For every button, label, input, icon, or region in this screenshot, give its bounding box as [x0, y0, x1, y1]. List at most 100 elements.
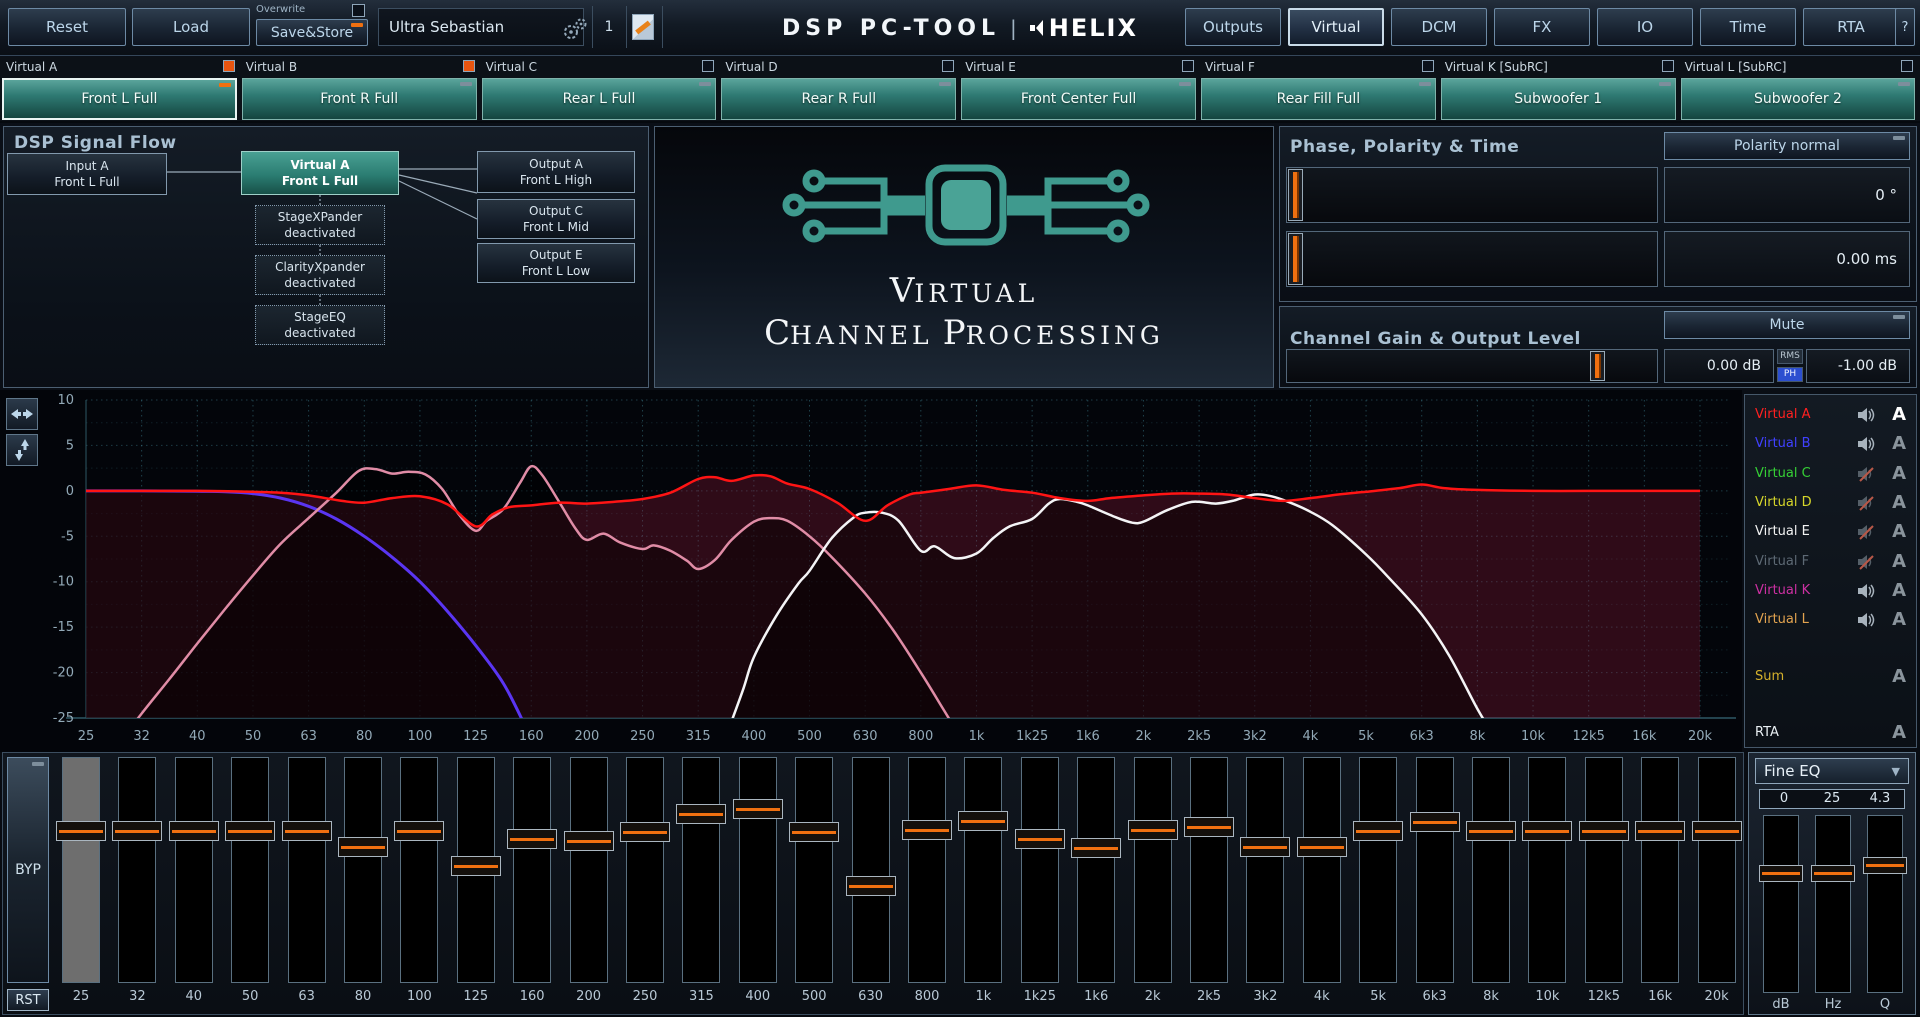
eq-slider-handle[interactable] — [225, 821, 275, 841]
legend-setup-badge[interactable]: A — [1892, 722, 1906, 743]
nav-tab-outputs[interactable]: Outputs — [1185, 8, 1281, 46]
legend-row-virtual-a[interactable]: Virtual AA — [1745, 403, 1916, 429]
eq-slider-handle[interactable] — [1692, 821, 1742, 841]
memory-slot-number[interactable]: 1 — [596, 8, 622, 46]
legend-row-virtual-c[interactable]: Virtual CA — [1745, 462, 1916, 488]
eq-slider-track[interactable] — [852, 757, 890, 983]
eq-slider-track[interactable] — [1077, 757, 1115, 983]
eq-slider-handle[interactable] — [958, 811, 1008, 831]
eq-slider-track[interactable] — [1134, 757, 1172, 983]
speaker-muted-icon[interactable] — [1857, 523, 1877, 541]
legend-setup-badge[interactable]: A — [1892, 404, 1906, 425]
legend-setup-badge[interactable]: A — [1892, 580, 1906, 601]
legend-row-virtual-e[interactable]: Virtual EA — [1745, 520, 1916, 546]
help-button[interactable]: ? — [1895, 8, 1915, 46]
eq-slider-track[interactable] — [62, 757, 100, 983]
legend-setup-badge[interactable]: A — [1892, 666, 1906, 687]
eq-slider-track[interactable] — [400, 757, 438, 983]
speaker-icon[interactable] — [1857, 406, 1877, 424]
load-button[interactable]: Load — [132, 8, 250, 46]
reset-button[interactable]: Reset — [8, 8, 126, 46]
channel-link-checkbox[interactable] — [702, 60, 714, 72]
eq-slider-handle[interactable] — [1297, 837, 1347, 857]
nav-tab-io[interactable]: IO — [1597, 8, 1693, 46]
eq-slider-handle[interactable] — [451, 856, 501, 876]
eq-slider-track[interactable] — [1246, 757, 1284, 983]
channel-button-front-l-full[interactable]: Front L Full — [2, 78, 237, 120]
legend-row-virtual-k[interactable]: Virtual KA — [1745, 579, 1916, 605]
eq-slider-track[interactable] — [1585, 757, 1623, 983]
fine-eq-q-handle[interactable] — [1863, 857, 1907, 874]
flow-virtual-box[interactable]: Virtual AFront L Full — [241, 151, 399, 195]
speaker-icon[interactable] — [1857, 611, 1877, 629]
eq-slider-track[interactable] — [175, 757, 213, 983]
legend-setup-badge[interactable]: A — [1892, 433, 1906, 454]
nav-tab-virtual[interactable]: Virtual — [1288, 8, 1384, 46]
phase-slider[interactable] — [1286, 167, 1658, 223]
channel-button-subwoofer-1[interactable]: Subwoofer 1 — [1441, 78, 1676, 120]
eq-slider-handle[interactable] — [56, 821, 106, 841]
eq-slider-handle[interactable] — [1184, 817, 1234, 837]
flow-stageeq-box[interactable]: StageEQdeactivated — [255, 305, 385, 345]
legend-setup-badge[interactable]: A — [1892, 463, 1906, 484]
channel-link-checkbox[interactable] — [463, 60, 475, 72]
legend-setup-badge[interactable]: A — [1892, 609, 1906, 630]
eq-slider-track[interactable] — [1190, 757, 1228, 983]
eq-slider-handle[interactable] — [1635, 821, 1685, 841]
eq-reset-button[interactable]: RST — [7, 989, 49, 1011]
eq-slider-handle[interactable] — [564, 831, 614, 851]
channel-link-checkbox[interactable] — [942, 60, 954, 72]
eq-slider-handle[interactable] — [1579, 821, 1629, 841]
legend-row-virtual-f[interactable]: Virtual FA — [1745, 550, 1916, 576]
flow-stagexpander-box[interactable]: StageXPanderdeactivated — [255, 205, 385, 245]
eq-slider-handle[interactable] — [1240, 837, 1290, 857]
eq-slider-handle[interactable] — [1466, 821, 1516, 841]
eq-slider-handle[interactable] — [282, 821, 332, 841]
nav-tab-dcm[interactable]: DCM — [1391, 8, 1487, 46]
fine-eq-q-track[interactable] — [1867, 815, 1903, 993]
flow-output-c-box[interactable]: Output CFront L Mid — [477, 199, 635, 239]
nav-tab-fx[interactable]: FX — [1494, 8, 1590, 46]
eq-slider-handle[interactable] — [1410, 812, 1460, 832]
eq-slider-track[interactable] — [1416, 757, 1454, 983]
fine-eq-hz-handle[interactable] — [1811, 865, 1855, 882]
channel-button-rear-l-full[interactable]: Rear L Full — [482, 78, 717, 120]
eq-slider-track[interactable] — [1641, 757, 1679, 983]
flow-output-e-box[interactable]: Output EFront L Low — [477, 243, 635, 283]
channel-link-checkbox[interactable] — [1662, 60, 1674, 72]
eq-slider-handle[interactable] — [1071, 838, 1121, 858]
eq-slider-track[interactable] — [739, 757, 777, 983]
eq-slider-track[interactable] — [231, 757, 269, 983]
gain-db-value[interactable]: 0.00 dB — [1664, 349, 1774, 383]
setup-gears-icon[interactable] — [560, 16, 590, 46]
phase-degree-value[interactable]: 0 ° — [1664, 167, 1910, 223]
legend-setup-badge[interactable]: A — [1892, 551, 1906, 572]
nav-tab-time[interactable]: Time — [1700, 8, 1796, 46]
eq-slider-handle[interactable] — [1015, 829, 1065, 849]
delay-slider[interactable] — [1286, 231, 1658, 287]
flow-input-box[interactable]: Input AFront L Full — [7, 153, 167, 195]
eq-slider-track[interactable] — [682, 757, 720, 983]
fine-eq-hz-track[interactable] — [1815, 815, 1851, 993]
eq-slider-handle[interactable] — [1128, 820, 1178, 840]
channel-button-rear-fill-full[interactable]: Rear Fill Full — [1201, 78, 1436, 120]
speaker-muted-icon[interactable] — [1857, 494, 1877, 512]
eq-slider-handle[interactable] — [394, 821, 444, 841]
gain-slider[interactable] — [1286, 349, 1658, 383]
channel-button-front-r-full[interactable]: Front R Full — [242, 78, 477, 120]
eq-slider-handle[interactable] — [169, 821, 219, 841]
channel-button-subwoofer-2[interactable]: Subwoofer 2 — [1681, 78, 1916, 120]
delay-ms-value[interactable]: 0.00 ms — [1664, 231, 1910, 287]
eq-mode-dropdown[interactable]: Fine EQ▼ — [1755, 758, 1909, 784]
speaker-icon[interactable] — [1857, 435, 1877, 453]
nav-tab-rta[interactable]: RTA — [1803, 8, 1899, 46]
save-store-button[interactable]: Save&Store — [256, 19, 368, 46]
channel-button-front-center-full[interactable]: Front Center Full — [961, 78, 1196, 120]
speaker-muted-icon[interactable] — [1857, 465, 1877, 483]
eq-slider-handle[interactable] — [789, 822, 839, 842]
eq-slider-handle[interactable] — [846, 876, 896, 896]
channel-link-checkbox[interactable] — [1901, 60, 1913, 72]
edit-setup-icon[interactable] — [632, 14, 654, 40]
eq-slider-track[interactable] — [118, 757, 156, 983]
zoom-horizontal-button[interactable] — [6, 398, 38, 430]
